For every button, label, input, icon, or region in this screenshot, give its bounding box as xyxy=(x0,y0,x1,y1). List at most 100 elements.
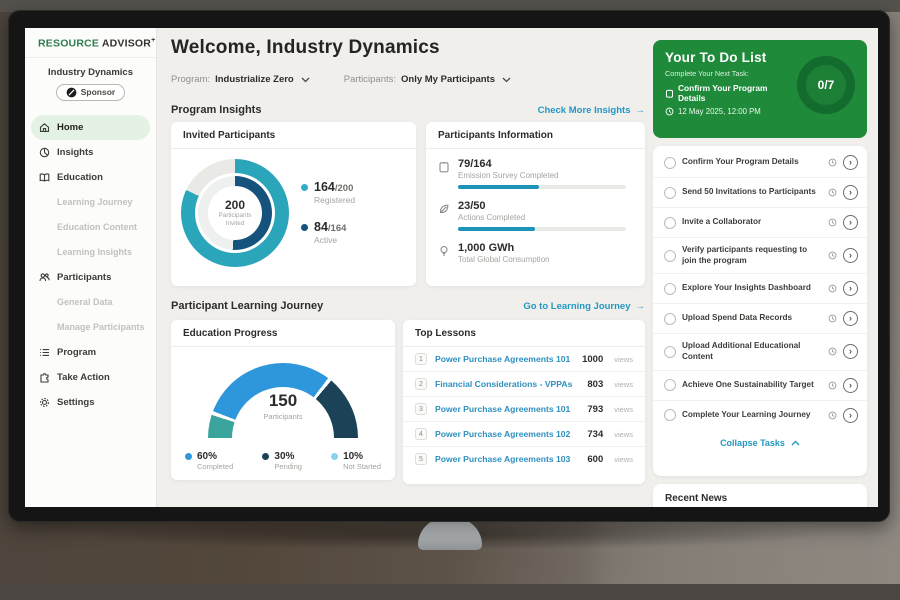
task-go-button[interactable]: › xyxy=(843,408,858,423)
sidebar-item-take-action[interactable]: Take Action xyxy=(25,365,156,390)
pending-value: 30% xyxy=(274,451,302,462)
task-go-button[interactable]: › xyxy=(843,248,858,263)
brand-plus: + xyxy=(151,37,155,44)
todo-summary-card: Your To Do List Complete Your Next Task:… xyxy=(653,40,867,138)
task-checkbox[interactable] xyxy=(664,313,676,325)
clipboard-icon xyxy=(665,89,674,98)
invited-participants-card: Invited Participants 200 ParticipantsInv… xyxy=(171,122,416,286)
task-row-explore-insights[interactable]: Explore Your Insights Dashboard › xyxy=(653,274,867,304)
sidebar-item-program[interactable]: Program xyxy=(25,340,156,365)
sidebar-item-education[interactable]: Education xyxy=(25,165,156,190)
task-checkbox[interactable] xyxy=(664,217,676,229)
sidebar-item-manage-participants[interactable]: Manage Participants xyxy=(25,315,156,340)
insights-icon xyxy=(39,147,50,158)
actions-completed-progressbar xyxy=(458,227,626,231)
task-checkbox[interactable] xyxy=(664,346,676,358)
lesson-views: 793 xyxy=(587,404,603,415)
task-row-achieve-target[interactable]: Achieve One Sustainability Target › xyxy=(653,371,867,401)
background-bottom-strip xyxy=(0,584,900,600)
lesson-link[interactable]: Power Purchase Agreements 103 xyxy=(435,454,579,464)
leaf-icon xyxy=(438,200,450,231)
arrow-right-icon: → xyxy=(636,301,646,312)
consumption-value: 1,000 GWh xyxy=(458,242,550,254)
invited-donut-chart: 200 ParticipantsInvited xyxy=(181,159,289,267)
todo-column: Your To Do List Complete Your Next Task:… xyxy=(653,28,867,507)
sidebar-item-education-content[interactable]: Education Content xyxy=(25,215,156,240)
task-row-confirm-program[interactable]: Confirm Your Program Details › xyxy=(653,148,867,178)
sidebar-item-learning-journey[interactable]: Learning Journey xyxy=(25,190,156,215)
clock-icon xyxy=(828,284,837,293)
participants-filter[interactable]: Participants: Only My Participants xyxy=(344,74,511,85)
actions-completed-row: 23/50 Actions Completed xyxy=(438,200,633,231)
task-go-button[interactable]: › xyxy=(843,311,858,326)
clock-icon xyxy=(828,411,837,420)
lesson-link[interactable]: Power Purchase Agreements 101 xyxy=(435,354,574,364)
program-filter[interactable]: Program: Industrialize Zero xyxy=(171,74,310,85)
sidebar-item-general-data[interactable]: General Data xyxy=(25,290,156,315)
todo-task-list: Confirm Your Program Details › Send 50 I… xyxy=(653,146,867,476)
task-checkbox[interactable] xyxy=(664,250,676,262)
sponsor-badge[interactable]: Sponsor xyxy=(56,84,125,101)
task-checkbox[interactable] xyxy=(664,187,676,199)
lesson-rank: 2 xyxy=(415,378,427,390)
task-row-verify-participants[interactable]: Verify participants requesting to join t… xyxy=(653,238,867,274)
registered-value: 164 xyxy=(314,180,335,194)
sidebar-item-label: Learning Insights xyxy=(57,247,132,257)
clock-icon xyxy=(828,188,837,197)
lesson-link[interactable]: Power Purchase Agreements 101 xyxy=(435,404,579,414)
task-row-upload-educational-content[interactable]: Upload Additional Educational Content › xyxy=(653,334,867,370)
actions-completed-label: Actions Completed xyxy=(458,213,626,222)
task-go-button[interactable]: › xyxy=(843,281,858,296)
sponsor-label: Sponsor xyxy=(81,87,115,97)
sidebar-item-participants[interactable]: Participants xyxy=(25,265,156,290)
program-insights-title: Program Insights xyxy=(171,104,261,116)
legend-active: 84/164 Active xyxy=(301,221,355,245)
lesson-rank: 1 xyxy=(415,353,427,365)
sidebar-item-insights[interactable]: Insights xyxy=(25,140,156,165)
clock-icon xyxy=(828,218,837,227)
sidebar-item-label: Manage Participants xyxy=(57,322,145,332)
task-go-button[interactable]: › xyxy=(843,344,858,359)
task-checkbox[interactable] xyxy=(664,409,676,421)
todo-progress-ring: 0/7 xyxy=(797,56,855,114)
emission-survey-progressbar xyxy=(458,185,626,189)
task-label: Complete Your Learning Journey xyxy=(682,410,822,421)
task-checkbox[interactable] xyxy=(664,283,676,295)
completed-label: Completed xyxy=(197,462,233,471)
task-row-complete-learning-journey[interactable]: Complete Your Learning Journey › xyxy=(653,401,867,430)
task-go-button[interactable]: › xyxy=(843,215,858,230)
sidebar-item-learning-insights[interactable]: Learning Insights xyxy=(25,240,156,265)
filter-bar: Program: Industrialize Zero Participants… xyxy=(171,74,511,85)
task-go-button[interactable]: › xyxy=(843,378,858,393)
consumption-label: Total Global Consumption xyxy=(458,255,550,264)
lesson-row: 3 Power Purchase Agreements 101 793 view… xyxy=(403,397,645,422)
task-row-send-invitations[interactable]: Send 50 Invitations to Participants › xyxy=(653,178,867,208)
task-checkbox[interactable] xyxy=(664,157,676,169)
go-to-learning-journey-link[interactable]: Go to Learning Journey → xyxy=(523,301,645,312)
task-go-button[interactable]: › xyxy=(843,185,858,200)
sidebar-item-label: Insights xyxy=(57,147,93,158)
check-more-insights-link[interactable]: Check More Insights → xyxy=(538,105,645,116)
todo-counter: 0/7 xyxy=(818,78,835,92)
lesson-rank: 4 xyxy=(415,428,427,440)
sidebar-item-settings[interactable]: Settings xyxy=(25,390,156,415)
home-icon xyxy=(39,122,50,133)
take-action-icon xyxy=(39,372,50,383)
brand-primary: RESOURCE xyxy=(38,38,99,50)
lesson-link[interactable]: Power Purchase Agreements 102 xyxy=(435,429,579,439)
task-checkbox[interactable] xyxy=(664,379,676,391)
sidebar-item-home[interactable]: Home xyxy=(31,115,150,140)
legend-pending: 30% Pending xyxy=(262,451,302,471)
task-go-button[interactable]: › xyxy=(843,155,858,170)
task-row-upload-spend-data[interactable]: Upload Spend Data Records › xyxy=(653,304,867,334)
lesson-views: 734 xyxy=(587,429,603,440)
gauge-center-label: Participants xyxy=(208,412,358,421)
sidebar-item-label: Participants xyxy=(57,272,111,283)
bulb-icon xyxy=(438,242,450,264)
collapse-tasks-link[interactable]: Collapse Tasks xyxy=(653,430,867,454)
arrow-right-icon: → xyxy=(636,105,646,116)
lesson-link[interactable]: Financial Considerations - VPPAs xyxy=(435,379,579,389)
lesson-views: 600 xyxy=(587,454,603,465)
lesson-rank: 5 xyxy=(415,453,427,465)
task-row-invite-collaborator[interactable]: Invite a Collaborator › xyxy=(653,208,867,238)
